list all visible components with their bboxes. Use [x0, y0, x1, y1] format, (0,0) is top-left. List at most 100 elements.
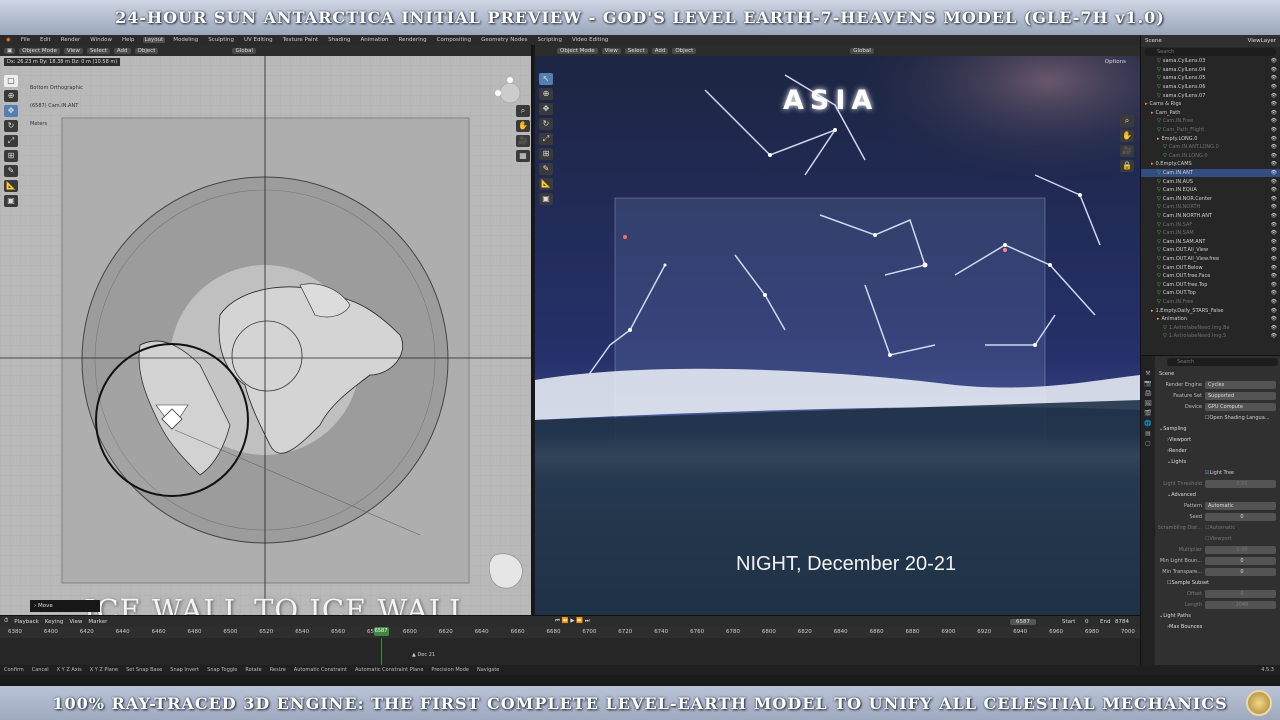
menu-help[interactable]: Help	[120, 37, 137, 43]
visibility-eye-icon[interactable]: 👁	[1271, 222, 1277, 228]
visibility-eye-icon[interactable]: 👁	[1271, 239, 1277, 245]
render-engine-dropdown[interactable]: Cycles	[1205, 380, 1276, 389]
visibility-eye-icon[interactable]: 👁	[1271, 308, 1277, 314]
feature-set-dropdown[interactable]: Supported	[1205, 391, 1276, 400]
right-zoom-icon[interactable]: ⌕	[1120, 115, 1134, 127]
workspace-tab-shading[interactable]: Shading	[326, 37, 352, 43]
visibility-eye-icon[interactable]: 👁	[1271, 187, 1277, 193]
device-dropdown[interactable]: GPU Compute	[1205, 402, 1276, 411]
outliner-row[interactable]: ▽ sama.CylLens.03 👁	[1141, 57, 1280, 66]
outliner-row[interactable]: ▽ sama.CylLens.06 👁	[1141, 83, 1280, 92]
outliner-row[interactable]: ▽ Cam.IN.NORTH 👁	[1141, 203, 1280, 212]
view-layer-tab-icon[interactable]: 🖼	[1144, 400, 1152, 407]
outliner-row[interactable]: ▽ sama.CylLens.07 👁	[1141, 91, 1280, 100]
menu-edit[interactable]: Edit	[38, 37, 53, 43]
lights-subsection[interactable]: ⌄ Lights	[1157, 456, 1280, 467]
outliner-row[interactable]: ▽ 1.AstrolabeNeed.Img.Be 👁	[1141, 323, 1280, 332]
cursor-tool-icon[interactable]: ⊕	[4, 90, 18, 102]
sample-subset-row[interactable]: ☐ Sample Subset	[1157, 577, 1280, 588]
outliner-row[interactable]: ▸ Cam_Path 👁	[1141, 109, 1280, 118]
visibility-eye-icon[interactable]: 👁	[1271, 136, 1277, 142]
left-menu-view[interactable]: View	[63, 47, 83, 54]
visibility-eye-icon[interactable]: 👁	[1271, 230, 1277, 236]
output-tab-icon[interactable]: 🖨	[1144, 390, 1152, 397]
scene-selector[interactable]: Scene	[1145, 38, 1162, 44]
visibility-eye-icon[interactable]: 👁	[1271, 170, 1277, 176]
scene-tab-icon[interactable]: 🎬	[1144, 410, 1151, 417]
jump-end-icon[interactable]: ⏭	[585, 618, 590, 624]
current-frame-field[interactable]: 6587	[1010, 618, 1036, 625]
timeline-menu-playback[interactable]: Playback	[14, 619, 39, 625]
visibility-eye-icon[interactable]: 👁	[1271, 247, 1277, 253]
timeline-ruler[interactable]: 6380 6400 6420 6440 6460 6480 6500 6520 6540 6560…	[0, 627, 1140, 638]
tool-tab-icon[interactable]: ⚒	[1145, 370, 1150, 377]
right-select-tool-icon[interactable]: ↖	[539, 73, 553, 85]
render-tab-icon[interactable]: 📷	[1144, 380, 1151, 387]
outliner-row[interactable]: ▽ Cam.IN.Free 👁	[1141, 117, 1280, 126]
outliner-row[interactable]: ▽ Cam.OUT.All_View.free 👁	[1141, 255, 1280, 264]
visibility-eye-icon[interactable]: 👁	[1271, 110, 1277, 116]
measure-tool-icon[interactable]: 📐	[4, 180, 18, 192]
min-transparent-field[interactable]: 0	[1205, 567, 1276, 576]
outliner-row[interactable]: ▸ Animation 👁	[1141, 315, 1280, 324]
visibility-eye-icon[interactable]: 👁	[1271, 118, 1277, 124]
visibility-eye-icon[interactable]: 👁	[1271, 93, 1277, 99]
right-pan-hand-icon[interactable]: ✋	[1120, 130, 1134, 142]
outliner-row[interactable]: ▸ Cams & Rigs 👁	[1141, 100, 1280, 109]
properties-search-input[interactable]: Search	[1167, 358, 1278, 366]
left-object-mode-dropdown[interactable]: Object Mode	[19, 47, 60, 54]
right-scale-tool-icon[interactable]: ⤢	[539, 133, 553, 145]
workspace-tab-layout[interactable]: Layout	[142, 37, 166, 43]
workspace-tab-compositing[interactable]: Compositing	[435, 37, 473, 43]
end-frame-field[interactable]: 8784	[1115, 619, 1129, 625]
world-tab-icon[interactable]: 🌐	[1144, 420, 1151, 427]
camera-view-icon[interactable]: 🎥	[516, 135, 530, 147]
visibility-eye-icon[interactable]: 👁	[1271, 161, 1277, 167]
workspace-tab-animation[interactable]: Animation	[358, 37, 390, 43]
right-menu-select[interactable]: Select	[624, 47, 648, 54]
visibility-eye-icon[interactable]: 👁	[1271, 204, 1277, 210]
visibility-eye-icon[interactable]: 👁	[1271, 101, 1277, 107]
menu-window[interactable]: Window	[88, 37, 114, 43]
outliner-row[interactable]: ▽ Cam.IN.Free 👁	[1141, 298, 1280, 307]
right-measure-tool-icon[interactable]: 📐	[539, 178, 553, 190]
outliner-row[interactable]: ▽ Cam.IN.NORTH.ANT 👁	[1141, 212, 1280, 221]
light-threshold-field[interactable]: 0.01	[1205, 479, 1276, 488]
outliner-row[interactable]: ▽ Cam.IN.SAF 👁	[1141, 220, 1280, 229]
outliner-row[interactable]: ▽ Cam.IN.NOR.Center 👁	[1141, 195, 1280, 204]
length-field[interactable]: 2048	[1205, 600, 1276, 609]
outliner-row[interactable]: ▽ Cam.OUT.All_View 👁	[1141, 246, 1280, 255]
visibility-eye-icon[interactable]: 👁	[1271, 333, 1277, 339]
visibility-eye-icon[interactable]: 👁	[1271, 290, 1277, 296]
transform-tool-icon[interactable]: ⊞	[4, 150, 18, 162]
outliner-row[interactable]: ▽ Cam.OUT.free.Face 👁	[1141, 272, 1280, 281]
workspace-tab-modeling[interactable]: Modeling	[171, 37, 200, 43]
pan-hand-icon[interactable]: ✋	[516, 120, 530, 132]
outliner-row[interactable]: ▸ Empty.LONG.0 👁	[1141, 134, 1280, 143]
left-menu-object[interactable]: Object	[134, 47, 159, 54]
right-orientation-dropdown[interactable]: Global	[850, 47, 874, 54]
outliner-search-input[interactable]: Search	[1145, 48, 1276, 56]
outliner-row[interactable]: ▽ Cam.IN.ANT 👁	[1141, 168, 1280, 178]
play-icon[interactable]: ▶	[570, 618, 574, 624]
right-move-tool-icon[interactable]: ✥	[539, 103, 553, 115]
visibility-eye-icon[interactable]: 👁	[1271, 273, 1277, 279]
workspace-tab-sculpting[interactable]: Sculpting	[206, 37, 236, 43]
step-back-icon[interactable]: ⏪	[562, 618, 569, 624]
workspace-tab-geometry-nodes[interactable]: Geometry Nodes	[479, 37, 529, 43]
left-menu-add[interactable]: Add	[113, 47, 131, 54]
outliner-row[interactable]: ▽ Cam.IN.ANT.LONG.0 👁	[1141, 143, 1280, 152]
seed-field[interactable]: 0	[1205, 512, 1276, 521]
pattern-dropdown[interactable]: Automatic	[1205, 501, 1276, 510]
render-subsection[interactable]: › Render	[1157, 445, 1280, 456]
view-layer-selector[interactable]: ViewLayer	[1248, 38, 1276, 44]
start-frame-field[interactable]: 0	[1085, 619, 1089, 625]
object-tab-icon[interactable]: ▢	[1145, 440, 1151, 447]
jump-start-icon[interactable]: ⏮	[555, 618, 560, 624]
sampling-section[interactable]: ⌄ Sampling	[1157, 423, 1280, 434]
visibility-eye-icon[interactable]: 👁	[1271, 282, 1277, 288]
visibility-eye-icon[interactable]: 👁	[1271, 127, 1277, 133]
zoom-icon[interactable]: ⌕	[516, 105, 530, 117]
offset-field[interactable]: 0	[1205, 589, 1276, 598]
timeline-menu-view[interactable]: View	[69, 619, 82, 625]
